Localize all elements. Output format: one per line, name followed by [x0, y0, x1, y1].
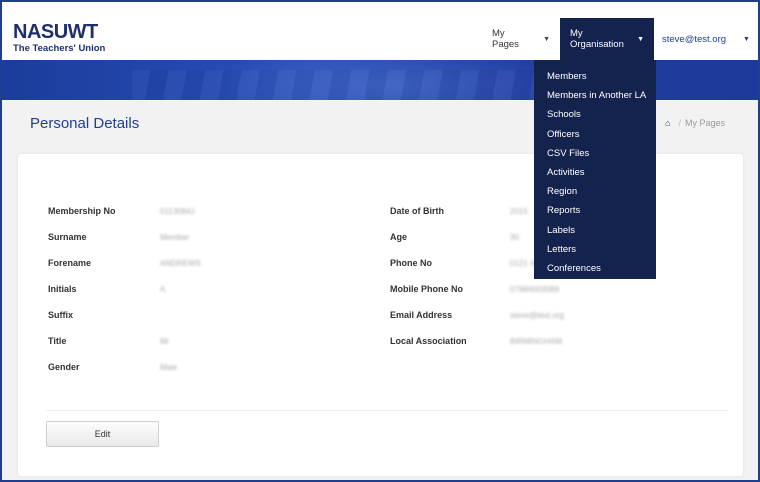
nav-my-pages-label: My Pages — [492, 28, 519, 50]
logo-tagline: The Teachers' Union — [13, 43, 106, 54]
value-local-association: BIRMINGHAM — [510, 337, 562, 346]
nav-my-organisation[interactable]: My Organisation ▼ — [560, 18, 654, 60]
label-membership-no: Membership No — [48, 206, 116, 216]
breadcrumb: ⌂ / My Pages — [665, 118, 725, 128]
menu-item-members[interactable]: Members — [534, 67, 656, 86]
top-navbar: NASUWT The Teachers' Union My Pages ▼ My… — [2, 2, 758, 60]
logo-wordmark: NASUWT — [13, 21, 98, 43]
value-title: Mr — [160, 337, 170, 346]
menu-item-letters[interactable]: Letters — [534, 240, 656, 259]
caret-down-icon: ▼ — [637, 35, 644, 43]
menu-item-region[interactable]: Region — [534, 182, 656, 201]
home-icon[interactable]: ⌂ — [665, 118, 670, 128]
value-surname: Member — [160, 233, 190, 242]
nav-user-menu[interactable]: steve@test.org ▼ — [654, 18, 758, 60]
menu-item-csv-files[interactable]: CSV Files — [534, 144, 656, 163]
menu-item-conferences[interactable]: Conferences — [534, 259, 656, 278]
label-title: Title — [48, 336, 67, 346]
value-initials: A — [160, 285, 166, 294]
my-organisation-dropdown: Members Members in Another LA Schools Of… — [534, 60, 656, 279]
breadcrumb-separator: / — [678, 118, 681, 128]
edit-button[interactable]: Edit — [46, 421, 159, 447]
nav-my-organisation-label: My Organisation — [570, 28, 624, 50]
value-forename: ANDREWS — [160, 259, 201, 268]
value-age: 30 — [510, 233, 519, 242]
page-title: Personal Details — [30, 115, 140, 132]
label-age: Age — [390, 232, 408, 242]
label-phone-no: Phone No — [390, 258, 432, 268]
caret-down-icon: ▼ — [743, 35, 750, 43]
value-phone-no: 0121 4 — [510, 259, 535, 268]
value-gender: Male — [160, 363, 178, 372]
label-email-address: Email Address — [390, 310, 453, 320]
breadcrumb-current[interactable]: My Pages — [685, 118, 725, 128]
menu-item-schools[interactable]: Schools — [534, 105, 656, 124]
menu-item-labels[interactable]: Labels — [534, 221, 656, 240]
label-forename: Forename — [48, 258, 92, 268]
value-membership-no: 0113084J — [160, 207, 195, 216]
menu-item-activities[interactable]: Activities — [534, 163, 656, 182]
card-divider — [46, 410, 728, 411]
label-surname: Surname — [48, 232, 87, 242]
label-gender: Gender — [48, 362, 80, 372]
label-suffix: Suffix — [48, 310, 74, 320]
menu-item-reports[interactable]: Reports — [534, 201, 656, 220]
value-email-address: steve@test.org — [510, 311, 564, 320]
menu-item-officers[interactable]: Officers — [534, 125, 656, 144]
label-initials: Initials — [48, 284, 77, 294]
value-date-of-birth: 2015 — [510, 207, 528, 216]
label-local-association: Local Association — [390, 336, 467, 346]
app-window: NASUWT The Teachers' Union My Pages ▼ My… — [0, 0, 760, 482]
nav-my-pages[interactable]: My Pages ▼ — [482, 18, 560, 60]
label-mobile-phone-no: Mobile Phone No — [390, 284, 463, 294]
user-email: steve@test.org — [662, 33, 727, 45]
nasuwt-logo[interactable]: NASUWT The Teachers' Union — [13, 22, 105, 54]
menu-item-members-in-another-la[interactable]: Members in Another LA — [534, 86, 656, 105]
value-mobile-phone-no: 07984003089 — [510, 285, 559, 294]
main-nav: My Pages ▼ My Organisation ▼ steve@test.… — [482, 18, 758, 60]
label-date-of-birth: Date of Birth — [390, 206, 444, 216]
caret-down-icon: ▼ — [543, 35, 550, 43]
